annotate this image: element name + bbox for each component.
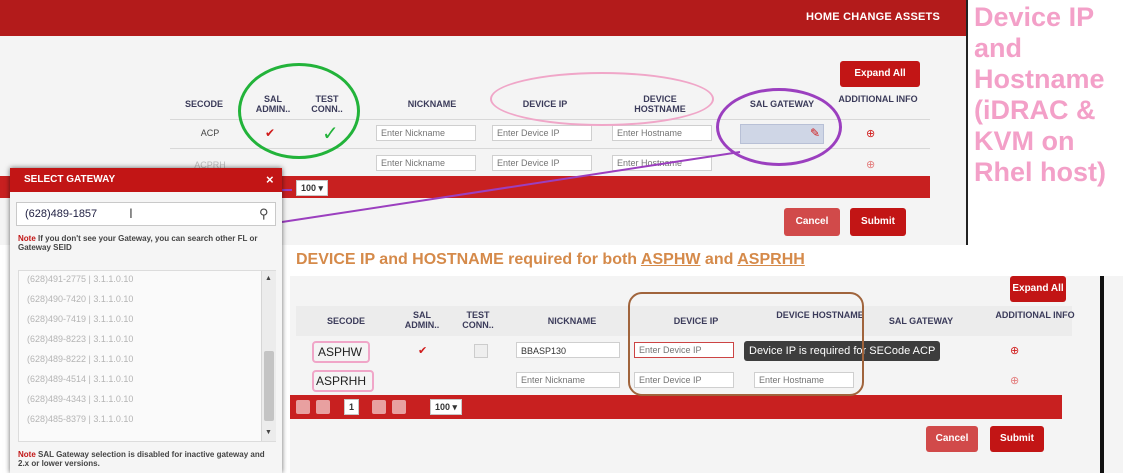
search-icon[interactable]: ⚲ (259, 206, 269, 222)
scrollbar-thumb[interactable] (264, 351, 274, 421)
gateway-option[interactable]: (628)489-8222 | 3.1.1.0.10 (27, 354, 133, 364)
gateway-option[interactable]: (628)490-7420 | 3.1.1.0.10 (27, 294, 133, 304)
note-search: Note If you don't see your Gateway, you … (18, 234, 258, 252)
test-conn-checkbox[interactable] (474, 344, 488, 358)
info-icon[interactable]: ⊕ (1010, 344, 1019, 357)
submit-button[interactable]: Submit (990, 426, 1044, 452)
close-icon[interactable]: × (266, 172, 274, 187)
row-secode: ASPRHH (316, 374, 367, 388)
annotation-device-ip-hostname: Device IP and Hostname (iDRAC & KVM on R… (974, 2, 1106, 187)
row-secode: ASPHW (318, 345, 363, 359)
last-page-icon[interactable] (392, 400, 406, 414)
info-icon[interactable]: ⊕ (1010, 374, 1019, 387)
modal-header: SELECT GATEWAY × (10, 168, 282, 192)
check-icon[interactable]: ✔ (418, 344, 427, 357)
scroll-down-icon[interactable]: ▼ (265, 429, 272, 436)
divider (1100, 276, 1104, 473)
annotation-brown-box (628, 292, 864, 396)
cancel-button[interactable]: Cancel (926, 426, 978, 452)
col-secode: SECODE (326, 316, 365, 326)
expand-all-button[interactable]: Expand All (1010, 276, 1066, 302)
next-page-icon[interactable] (372, 400, 386, 414)
gateway-option[interactable]: (628)489-4343 | 3.1.1.0.10 (27, 394, 133, 404)
gateway-search-input[interactable]: (628)489-1857 I ⚲ (16, 202, 276, 226)
col-nickname: NICKNAME (547, 316, 597, 326)
gateway-option[interactable]: (628)491-2775 | 3.1.1.0.10 (27, 274, 133, 284)
col-additional-info: ADDITIONAL INFO (995, 310, 1075, 320)
page-size-select[interactable]: 100 ▾ (430, 399, 463, 415)
gateway-option[interactable]: (628)489-8223 | 3.1.1.0.10 (27, 334, 133, 344)
current-page[interactable]: 1 (344, 399, 360, 415)
note-disabled: Note SAL Gateway selection is disabled f… (18, 450, 265, 468)
prev-page-icon[interactable] (316, 400, 330, 414)
search-value: (628)489-1857 (25, 208, 98, 220)
scrollbar[interactable]: ▲ ▼ (261, 271, 276, 441)
modal-title: SELECT GATEWAY (24, 174, 116, 185)
annotation-required-note: DEVICE IP and HOSTNAME required for both… (296, 251, 805, 268)
col-test-conn: TEST CONN.. (462, 310, 494, 330)
col-sal-gateway: SAL GATEWAY (888, 316, 954, 326)
col-sal-admin: SAL ADMIN.. (404, 310, 440, 330)
text-cursor-icon: I (129, 205, 133, 221)
nickname-input[interactable]: BBASP130 (516, 342, 620, 358)
nickname-input[interactable] (516, 372, 620, 388)
gateway-option[interactable]: (628)489-4514 | 3.1.1.0.10 (27, 374, 133, 384)
gateway-option-list: (628)491-2775 | 3.1.1.0.10 (628)490-7420… (18, 270, 276, 442)
gateway-option[interactable]: (628)490-7419 | 3.1.1.0.10 (27, 314, 133, 324)
scroll-up-icon[interactable]: ▲ (265, 275, 272, 282)
gateway-option[interactable]: (628)485-8379 | 3.1.1.0.10 (27, 414, 133, 424)
select-gateway-modal: SELECT GATEWAY × (628)489-1857 I ⚲ Note … (10, 168, 282, 473)
first-page-icon[interactable] (296, 400, 310, 414)
